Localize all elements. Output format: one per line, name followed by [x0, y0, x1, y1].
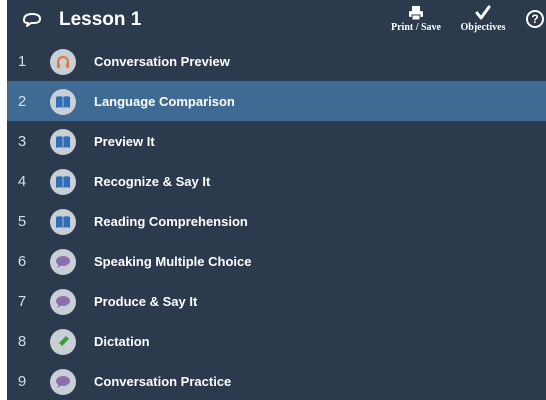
help-icon[interactable]: ?	[526, 10, 544, 28]
book-icon	[50, 169, 76, 195]
lesson-item-7[interactable]: 7 Produce & Say It	[7, 281, 546, 321]
lesson-item-label: Language Comparison	[94, 93, 235, 109]
lesson-item-number: 6	[17, 252, 27, 270]
lesson-item-label: Produce & Say It	[94, 293, 198, 309]
book-icon	[50, 89, 76, 115]
lesson-header: Lesson 1 Print / Save Objectives ?	[7, 0, 546, 40]
lesson-item-label: Dictation	[94, 333, 150, 349]
print-save-label: Print / Save	[391, 22, 441, 33]
lesson-item-label: Preview It	[94, 133, 155, 149]
lesson-item-number: 9	[17, 372, 27, 390]
lesson-item-5[interactable]: 5 Reading Comprehension	[7, 201, 546, 241]
checkmark-icon	[475, 4, 491, 22]
print-save-button[interactable]: Print / Save	[387, 4, 445, 38]
speech-bubble-icon	[50, 369, 76, 395]
lesson-item-label: Reading Comprehension	[94, 213, 248, 229]
lesson-item-number: 3	[17, 132, 27, 150]
book-icon	[50, 209, 76, 235]
lesson-item-label: Conversation Practice	[94, 373, 232, 389]
book-icon	[50, 129, 76, 155]
lesson-item-label: Speaking Multiple Choice	[94, 253, 252, 269]
lesson-item-9[interactable]: 9 Conversation Practice	[7, 361, 546, 400]
lesson-item-number: 5	[17, 212, 27, 230]
lesson-item-6[interactable]: 6 Speaking Multiple Choice	[7, 241, 546, 281]
lesson-item-label: Recognize & Say It	[94, 173, 211, 189]
lesson-item-list: 1 Conversation Preview 2 Language Compar…	[7, 41, 546, 400]
pencil-icon	[50, 329, 76, 355]
speech-bubble-icon	[50, 289, 76, 315]
lesson-loop-icon	[21, 10, 43, 30]
lesson-item-8[interactable]: 8 Dictation	[7, 321, 546, 361]
lesson-item-label: Conversation Preview	[94, 53, 230, 69]
lesson-item-number: 7	[17, 292, 27, 310]
lesson-item-1[interactable]: 1 Conversation Preview	[7, 41, 546, 81]
lesson-item-number: 4	[17, 172, 27, 190]
lesson-item-number: 1	[17, 52, 27, 70]
objectives-button[interactable]: Objectives	[455, 4, 511, 38]
printer-icon	[408, 4, 424, 22]
lesson-panel: Lesson 1 Print / Save Objectives ? 1 Con…	[0, 0, 546, 400]
objectives-label: Objectives	[460, 22, 506, 33]
lesson-item-number: 8	[17, 332, 27, 350]
lesson-item-2[interactable]: 2 Language Comparison	[7, 81, 546, 121]
page-title: Lesson 1	[59, 9, 142, 30]
headphones-icon	[50, 49, 76, 75]
lesson-item-4[interactable]: 4 Recognize & Say It	[7, 161, 546, 201]
lesson-item-3[interactable]: 3 Preview It	[7, 121, 546, 161]
lesson-item-number: 2	[17, 92, 27, 110]
speech-bubble-icon	[50, 249, 76, 275]
